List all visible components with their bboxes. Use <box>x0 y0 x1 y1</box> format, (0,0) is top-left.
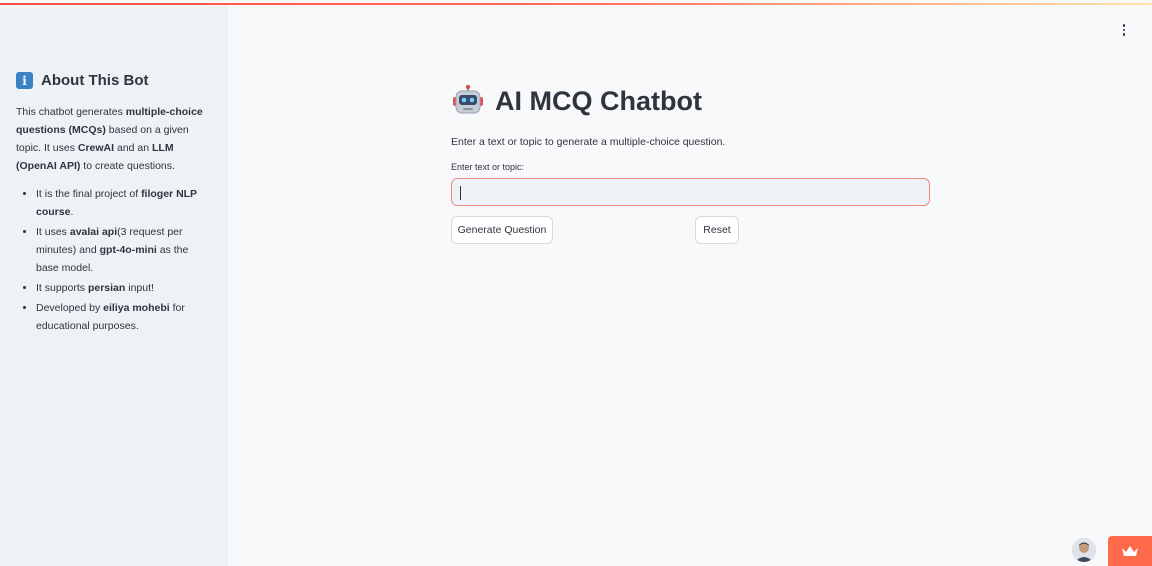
bullet-bold: avalai api <box>69 226 118 238</box>
intro-bold-2: CrewAI <box>77 142 115 154</box>
robot-icon <box>453 84 483 114</box>
intro-text-3: and an <box>114 142 153 154</box>
bullet-bold: gpt-4o-mini <box>99 244 157 256</box>
input-label: Enter text or topic: <box>451 162 525 172</box>
topic-input[interactable] <box>451 178 930 206</box>
sidebar-bullets: It is the final project of filoger NLP c… <box>16 185 212 335</box>
list-item: It uses avalai api(3 request per minutes… <box>36 223 212 277</box>
list-item: Developed by eiliya mohebi for education… <box>36 299 212 335</box>
avatar-image <box>1072 538 1096 562</box>
info-icon: i <box>16 72 33 89</box>
bullet-text: . <box>70 206 74 218</box>
text-caret <box>460 186 461 200</box>
crown-icon <box>1122 546 1138 556</box>
bullet-bold: eiliya mohebi <box>103 302 170 314</box>
bullet-text: input! <box>125 282 154 294</box>
avatar[interactable] <box>1072 538 1096 562</box>
list-item: It supports persian input! <box>36 279 212 297</box>
intro-text-1: This chatbot generates <box>16 106 126 118</box>
main-area: AI MCQ Chatbot Enter a text or topic to … <box>228 6 1152 566</box>
kebab-menu-icon[interactable] <box>1118 22 1130 38</box>
reset-button[interactable]: Reset <box>695 216 739 244</box>
sidebar-title: i About This Bot <box>16 72 212 89</box>
page-title-text: AI MCQ Chatbot <box>495 85 702 116</box>
page-title: AI MCQ Chatbot <box>451 84 931 118</box>
bullet-text: It uses <box>36 226 70 238</box>
bullet-text: It supports <box>36 282 88 294</box>
top-gradient-line <box>0 3 1152 5</box>
bullet-text: It is the final project of <box>36 188 142 200</box>
list-item: It is the final project of filoger NLP c… <box>36 185 212 221</box>
bullet-text: Developed by <box>36 302 104 314</box>
sidebar-intro: This chatbot generates multiple-choice q… <box>16 103 212 175</box>
main-content: AI MCQ Chatbot Enter a text or topic to … <box>451 84 931 244</box>
button-row: Generate Question Reset <box>451 216 931 244</box>
sidebar-title-text: About This Bot <box>41 72 149 89</box>
generate-question-button[interactable]: Generate Question <box>451 216 553 244</box>
sidebar: i About This Bot This chatbot generates … <box>0 6 228 566</box>
subtitle: Enter a text or topic to generate a mult… <box>451 136 726 148</box>
intro-text-4: to create questions. <box>80 160 175 172</box>
bullet-bold: persian <box>87 282 126 294</box>
crown-button[interactable] <box>1108 536 1152 566</box>
